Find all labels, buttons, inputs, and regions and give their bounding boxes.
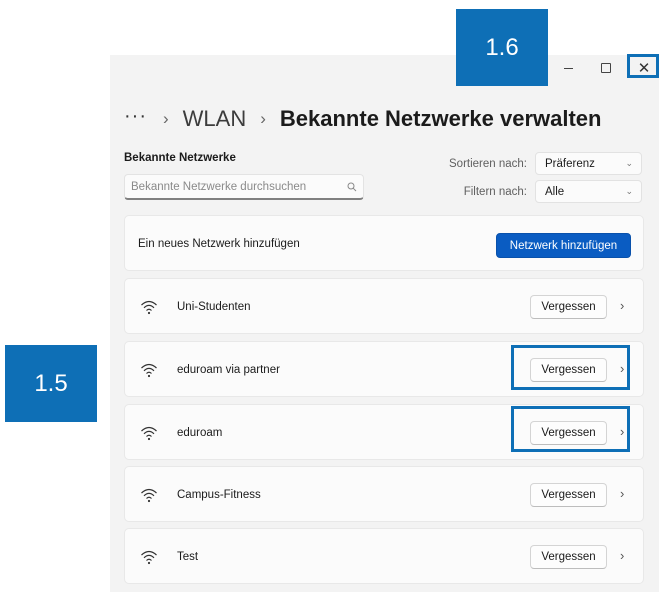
network-name: eduroam bbox=[177, 427, 223, 439]
search-input[interactable] bbox=[125, 180, 341, 193]
search-box bbox=[124, 174, 364, 200]
chevron-down-icon: ⌄ bbox=[625, 158, 633, 168]
chevron-right-icon[interactable]: › bbox=[620, 361, 624, 376]
settings-window: ✕ ··· › WLAN › Bekannte Netzwerke verwal… bbox=[110, 55, 659, 592]
sort-label: Sortieren nach: bbox=[449, 158, 527, 170]
chevron-right-icon[interactable]: › bbox=[620, 486, 624, 501]
chevron-right-icon[interactable]: › bbox=[620, 424, 624, 439]
page-title: Bekannte Netzwerke verwalten bbox=[279, 106, 602, 131]
chevron-down-icon: ⌄ bbox=[625, 186, 633, 196]
network-name: Test bbox=[177, 551, 199, 563]
add-network-card: Ein neues Netzwerk hinzufügen Netzwerk h… bbox=[124, 215, 644, 271]
breadcrumb-wlan-link[interactable]: WLAN bbox=[183, 106, 247, 132]
breadcrumb: ··· › WLAN › Bekannte Netzwerke verwalte… bbox=[124, 104, 601, 134]
breadcrumb-separator-icon: › bbox=[162, 109, 169, 128]
sort-dropdown[interactable]: Präferenz ⌄ bbox=[535, 152, 642, 175]
network-row-campus-fitness[interactable]: Campus-Fitness Vergessen › bbox=[124, 466, 644, 522]
chevron-right-icon[interactable]: › bbox=[620, 298, 624, 313]
network-row-test[interactable]: Test Vergessen › bbox=[124, 528, 644, 584]
forget-button[interactable]: Vergessen bbox=[530, 358, 607, 382]
minimize-icon bbox=[563, 67, 573, 69]
step-number: 1.6 bbox=[485, 33, 519, 61]
wifi-icon bbox=[141, 488, 157, 503]
step-callout-1-5: 1.5 bbox=[5, 345, 97, 422]
close-icon: ✕ bbox=[637, 60, 651, 77]
filter-value: Alle bbox=[545, 185, 565, 198]
sort-value: Präferenz bbox=[545, 157, 595, 170]
step-number: 1.5 bbox=[34, 369, 68, 397]
forget-button[interactable]: Vergessen bbox=[530, 483, 607, 507]
add-network-button[interactable]: Netzwerk hinzufügen bbox=[496, 233, 631, 258]
wifi-icon bbox=[141, 550, 157, 565]
network-row-uni-studenten[interactable]: Uni-Studenten Vergessen › bbox=[124, 278, 644, 334]
wifi-icon bbox=[141, 363, 157, 378]
forget-button[interactable]: Vergessen bbox=[530, 545, 607, 569]
breadcrumb-separator-icon: › bbox=[260, 109, 266, 128]
wifi-icon bbox=[141, 300, 157, 315]
step-callout-1-6: 1.6 bbox=[456, 9, 548, 86]
maximize-icon bbox=[601, 63, 611, 73]
add-network-label: Ein neues Netzwerk hinzufügen bbox=[138, 238, 300, 250]
maximize-button[interactable] bbox=[590, 55, 622, 81]
search-icon[interactable] bbox=[341, 182, 363, 192]
filter-dropdown[interactable]: Alle ⌄ bbox=[535, 180, 642, 203]
network-name: Campus-Fitness bbox=[177, 489, 261, 501]
network-name: Uni-Studenten bbox=[177, 301, 251, 313]
known-networks-heading: Bekannte Netzwerke bbox=[124, 152, 236, 164]
network-row-eduroam-via-partner[interactable]: eduroam via partner Vergessen › bbox=[124, 341, 644, 397]
network-row-eduroam[interactable]: eduroam Vergessen › bbox=[124, 404, 644, 460]
breadcrumb-more-button[interactable]: ··· bbox=[124, 105, 147, 128]
network-name: eduroam via partner bbox=[177, 364, 280, 376]
forget-button[interactable]: Vergessen bbox=[530, 421, 607, 445]
chevron-right-icon[interactable]: › bbox=[620, 548, 624, 563]
close-button[interactable]: ✕ bbox=[628, 55, 659, 81]
forget-button[interactable]: Vergessen bbox=[530, 295, 607, 319]
filter-label: Filtern nach: bbox=[463, 186, 527, 198]
wifi-icon bbox=[141, 426, 157, 441]
minimize-button[interactable] bbox=[552, 55, 584, 81]
